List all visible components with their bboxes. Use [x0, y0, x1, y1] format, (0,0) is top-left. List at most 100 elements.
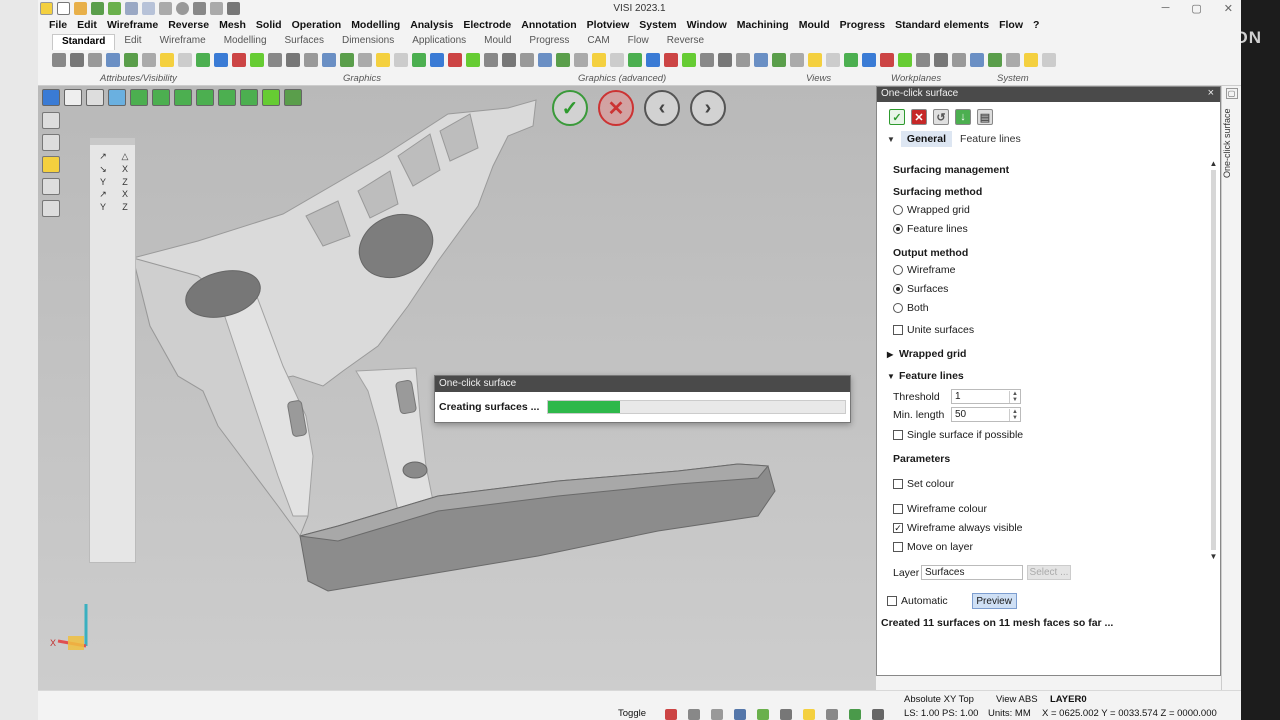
- ribbon-grid-icon[interactable]: [430, 53, 444, 67]
- snap-y-icon[interactable]: Y: [93, 177, 113, 187]
- snap-x-icon[interactable]: X: [115, 164, 135, 175]
- snap-arrow-icon[interactable]: ↘: [93, 164, 113, 175]
- ribbon-hide-icon[interactable]: [664, 53, 678, 67]
- tab-feature-lines[interactable]: Feature lines: [954, 131, 1027, 147]
- view-filter-icon[interactable]: [284, 89, 302, 106]
- move-on-layer-checkbox[interactable]: Move on layer: [893, 541, 973, 553]
- snap-z-icon[interactable]: Z: [115, 177, 135, 187]
- radio-surfaces[interactable]: Surfaces: [893, 283, 948, 295]
- panel-close-icon[interactable]: ×: [1208, 87, 1214, 99]
- ribbon-filter-icon[interactable]: [628, 53, 642, 67]
- ribbon-light-icon[interactable]: [898, 53, 912, 67]
- snap-line-icon[interactable]: ↗: [93, 151, 113, 162]
- ribbon-pan-icon[interactable]: [790, 53, 804, 67]
- status-tool-7-icon[interactable]: [803, 709, 815, 720]
- view-cube-6-icon[interactable]: [240, 89, 258, 106]
- menu-standard-elements[interactable]: Standard elements: [890, 18, 994, 34]
- section-feature-lines[interactable]: ▼ Feature lines: [887, 370, 964, 382]
- previous-button[interactable]: ‹: [644, 90, 680, 126]
- ribbon-filter-icon[interactable]: [124, 53, 138, 67]
- ribbon-system-icon[interactable]: [1006, 53, 1020, 67]
- view-name[interactable]: Absolute XY Top: [904, 694, 974, 705]
- ribbon-workplane-icon[interactable]: [484, 53, 498, 67]
- ribbon-tab-wireframe[interactable]: Wireframe: [151, 34, 215, 50]
- ribbon-pipe-icon[interactable]: [718, 53, 732, 67]
- snap-diagonal-icon[interactable]: ↗: [93, 189, 113, 200]
- ribbon-visibility-icon[interactable]: [574, 53, 588, 67]
- status-tool-9-icon[interactable]: [849, 709, 861, 720]
- ribbon-shade-icon[interactable]: [862, 53, 876, 67]
- section-wrapped-grid[interactable]: ▶ Wrapped grid: [887, 348, 966, 360]
- status-tool-8-icon[interactable]: [826, 709, 838, 720]
- wireframe-visible-checkbox[interactable]: ✓ Wireframe always visible: [893, 522, 1023, 534]
- ribbon-tab-mould[interactable]: Mould: [475, 34, 520, 50]
- side-tab-pin-icon[interactable]: ▢: [1225, 88, 1238, 99]
- ribbon-pipe-icon[interactable]: [214, 53, 228, 67]
- view-cube-4-icon[interactable]: [196, 89, 214, 106]
- layer-cylinder-3-icon[interactable]: [42, 156, 60, 173]
- ribbon-rotate-icon[interactable]: [268, 53, 282, 67]
- ribbon-plane-icon[interactable]: [466, 53, 480, 67]
- ribbon-sphere-icon[interactable]: [250, 53, 264, 67]
- ribbon-axis-icon[interactable]: [448, 53, 462, 67]
- ribbon-frame-icon[interactable]: [844, 53, 858, 67]
- ribbon-visibility-icon[interactable]: [70, 53, 84, 67]
- layer-input[interactable]: Surfaces: [921, 565, 1023, 580]
- side-tab-one-click-surface[interactable]: One-click surface: [1222, 108, 1241, 188]
- menu-window[interactable]: Window: [682, 18, 732, 34]
- threshold-value[interactable]: 1: [955, 391, 961, 402]
- view-frame-icon[interactable]: [64, 89, 82, 106]
- ribbon-tab-progress[interactable]: Progress: [520, 34, 578, 50]
- ribbon-mirror-icon[interactable]: [916, 53, 930, 67]
- spinner-arrows-icon[interactable]: ▲ ▼: [1009, 408, 1020, 421]
- current-layer[interactable]: LAYER0: [1050, 694, 1087, 705]
- menu-system[interactable]: System: [634, 18, 681, 34]
- help-icon[interactable]: [734, 709, 746, 720]
- ribbon-grid-icon[interactable]: [934, 53, 948, 67]
- view-cube-5-icon[interactable]: [218, 89, 236, 106]
- menu-electrode[interactable]: Electrode: [458, 18, 516, 34]
- snap-y2-icon[interactable]: Y: [93, 202, 113, 212]
- radio-feature-lines-indicator[interactable]: [893, 224, 903, 234]
- wireframe-visible-box[interactable]: ✓: [893, 523, 903, 533]
- automatic-box[interactable]: [887, 596, 897, 606]
- unite-surfaces-checkbox[interactable]: Unite surfaces: [893, 324, 974, 336]
- apply-check-icon[interactable]: ✓: [889, 109, 905, 125]
- menu-analysis[interactable]: Analysis: [405, 18, 458, 34]
- scroll-up-icon[interactable]: ▲: [1209, 159, 1218, 168]
- menu-mould[interactable]: Mould: [794, 18, 835, 34]
- ribbon-tab-standard[interactable]: Standard: [52, 34, 116, 50]
- menu-flow[interactable]: Flow: [994, 18, 1028, 34]
- ribbon-hide-icon[interactable]: [160, 53, 174, 67]
- radio-both-indicator[interactable]: [893, 303, 903, 313]
- close-x-icon[interactable]: ✕: [911, 109, 927, 125]
- maximize-icon[interactable]: ▢: [1191, 2, 1201, 15]
- cancel-button[interactable]: ✕: [598, 90, 634, 126]
- radio-wireframe-indicator[interactable]: [893, 265, 903, 275]
- panel-scrollbar[interactable]: ▲ ▼: [1209, 159, 1218, 579]
- load-settings-icon[interactable]: ↓: [955, 109, 971, 125]
- radio-feature-lines[interactable]: Feature lines: [893, 223, 968, 235]
- ribbon-show-icon[interactable]: [646, 53, 660, 67]
- ribbon-colour-icon[interactable]: [610, 53, 624, 67]
- ribbon-pan-icon[interactable]: [286, 53, 300, 67]
- close-window-icon[interactable]: ✕: [1224, 2, 1233, 15]
- ribbon-mirror-icon[interactable]: [412, 53, 426, 67]
- menu-operation[interactable]: Operation: [287, 18, 347, 34]
- ribbon-light-icon[interactable]: [394, 53, 408, 67]
- ribbon-tab-cam[interactable]: CAM: [578, 34, 618, 50]
- ribbon-palette-icon[interactable]: [520, 53, 534, 67]
- ribbon-tab-edit[interactable]: Edit: [115, 34, 150, 50]
- set-colour-checkbox[interactable]: Set colour: [893, 478, 954, 490]
- ribbon-colour-icon[interactable]: [106, 53, 120, 67]
- menu-modelling[interactable]: Modelling: [346, 18, 405, 34]
- ribbon-tab-surfaces[interactable]: Surfaces: [276, 34, 333, 50]
- ribbon-palette-icon[interactable]: [1024, 53, 1038, 67]
- menu-file[interactable]: File: [44, 18, 72, 34]
- min-length-value[interactable]: 50: [955, 409, 966, 420]
- ribbon-sphere-icon[interactable]: [754, 53, 768, 67]
- status-tool-6-icon[interactable]: [780, 709, 792, 720]
- layer-cylinder-5-icon[interactable]: [42, 200, 60, 217]
- ribbon-cube-icon[interactable]: [232, 53, 246, 67]
- menu-wireframe[interactable]: Wireframe: [102, 18, 163, 34]
